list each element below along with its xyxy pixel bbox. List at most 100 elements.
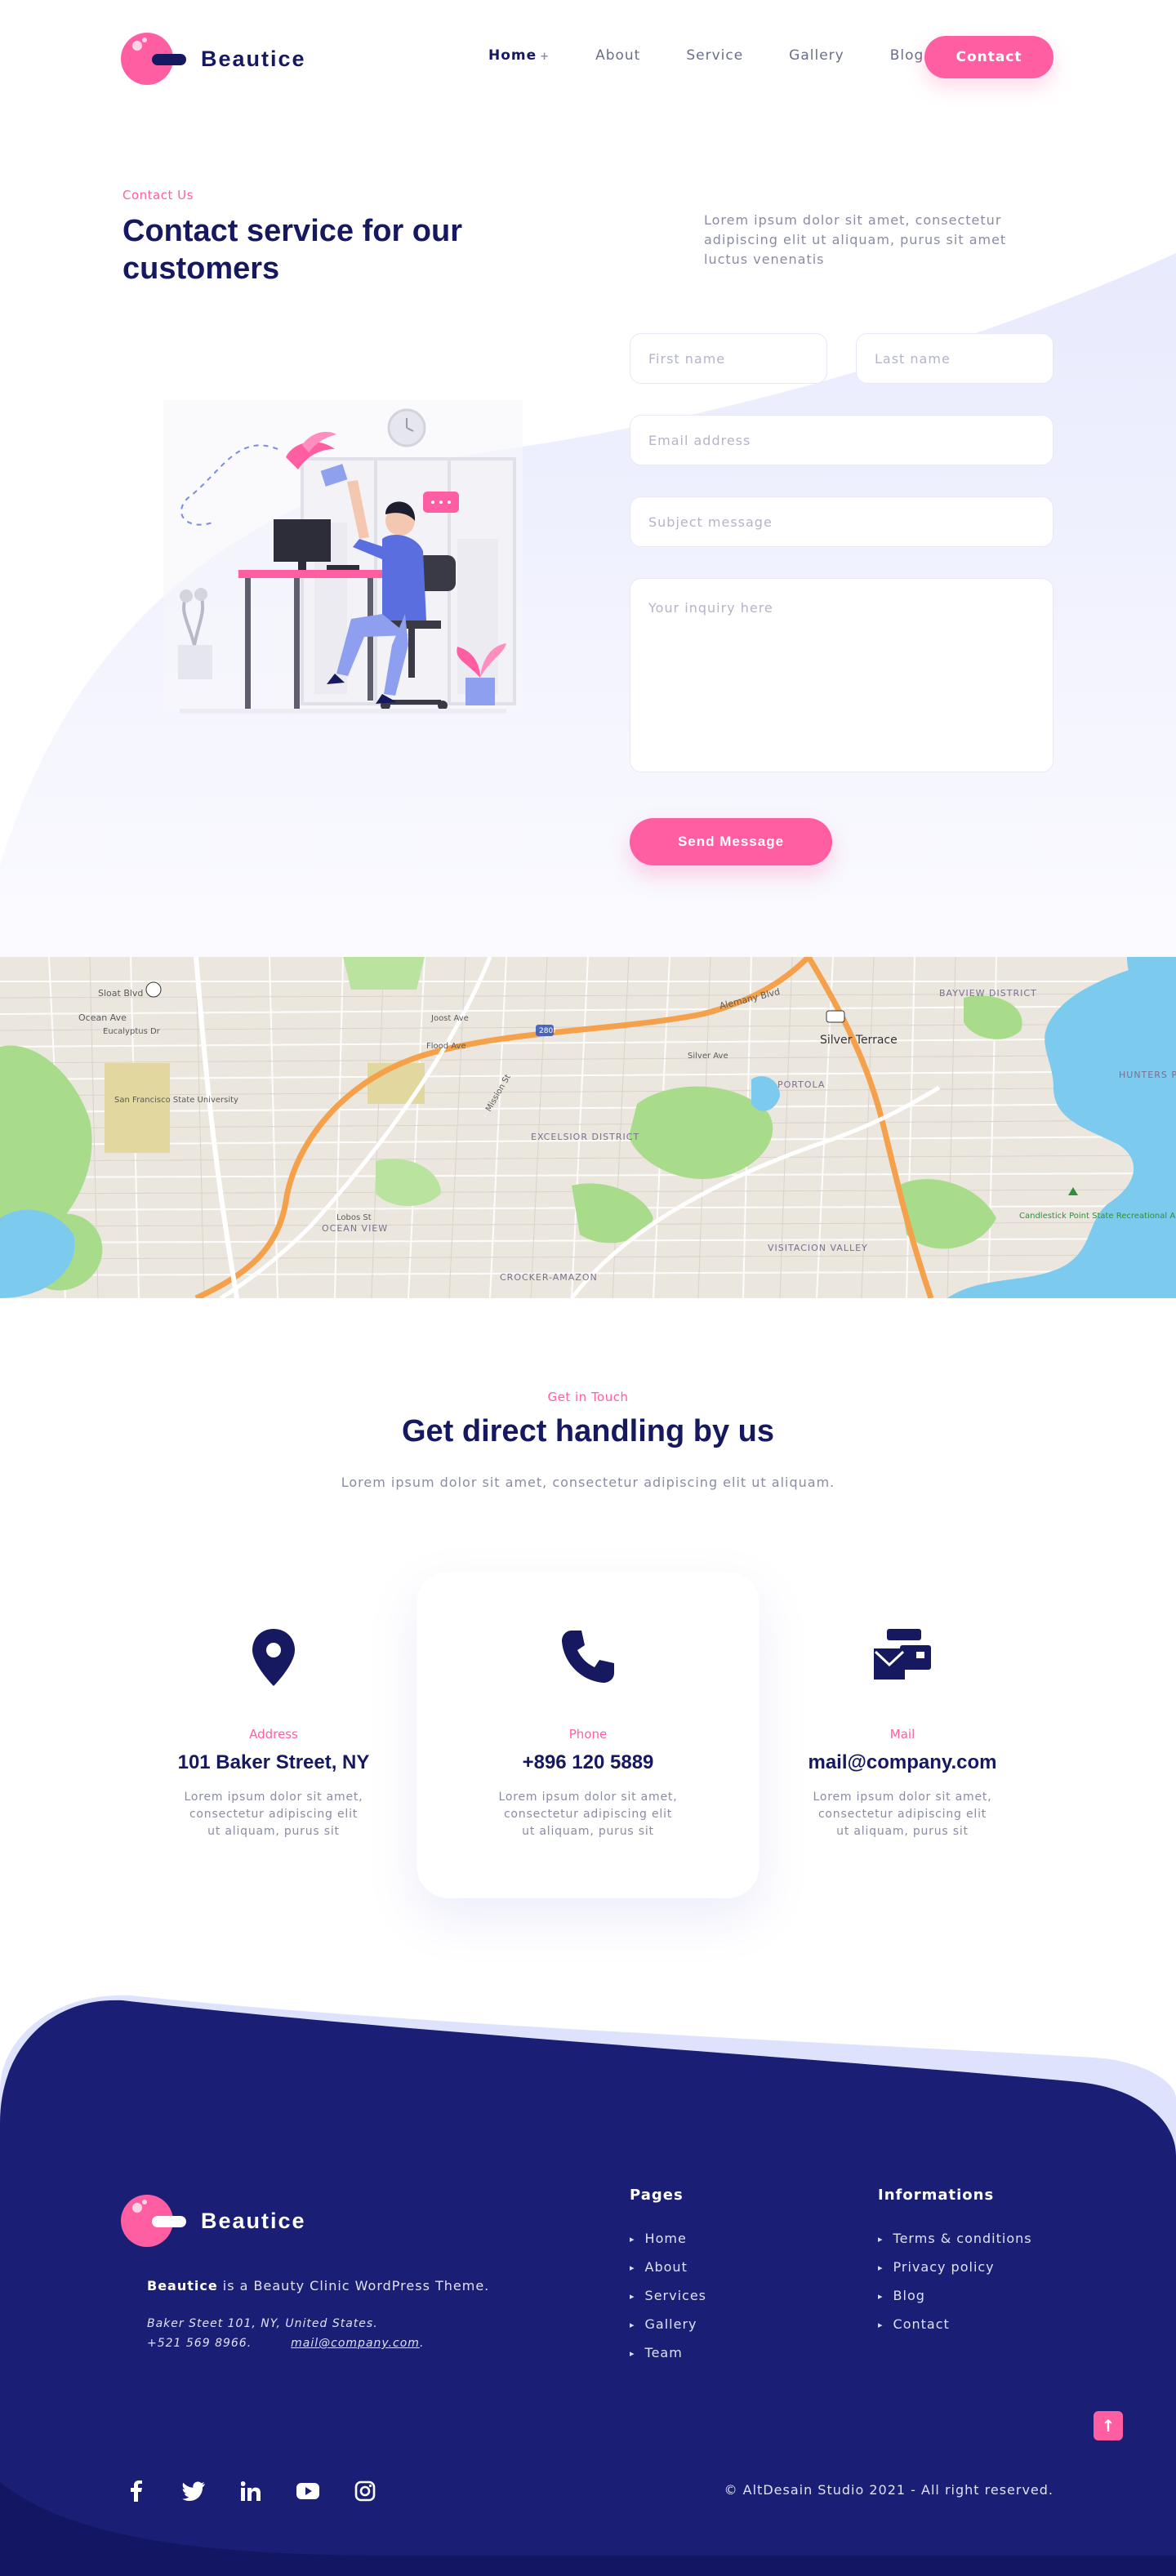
map-label-ocean-ave: Ocean Ave [78,1012,127,1023]
map-label-ocean-view: OCEAN VIEW [322,1223,388,1234]
chevron-right-icon: ▸ [630,2234,635,2245]
linkedin-icon[interactable] [237,2477,265,2505]
site-header: Beautice Home + About Service Gallery Blo… [0,0,1176,114]
copyright-text: © AltDesain Studio 2021 - All right rese… [724,2482,1054,2498]
map-label-flood: Flood Ave [426,1042,466,1051]
map-label-silver-ave: Silver Ave [688,1052,728,1061]
footer-tagline-text: is a Beauty Clinic WordPress Theme. [217,2278,490,2293]
card-description: Lorem ipsum dolor sit amet, consectetur … [813,1791,992,1838]
contact-card-mail: Mail mail@company.com Lorem ipsum dolor … [731,1572,1074,1898]
footer-link-label: Home [644,2231,687,2246]
touch-title: Get direct handling by us [401,1414,775,1448]
footer-phone: +521 569 8966. [147,2337,252,2350]
footer-contact-info: Baker Steet 101, NY, United States. +521… [147,2314,424,2353]
nav-item-about[interactable]: About [595,47,640,64]
chevron-right-icon: ▸ [630,2348,635,2359]
footer-tagline: Beautice is a Beauty Clinic WordPress Th… [147,2278,489,2293]
main-nav: Home + About Service Gallery Blog [488,47,969,64]
inquiry-textarea[interactable] [630,578,1054,772]
map-label-sloat: Sloat Blvd [98,988,143,999]
card-label: Mail [889,1727,915,1742]
footer-link-contact[interactable]: ▸ Contact [878,2316,1032,2345]
plus-icon: + [540,51,550,63]
footer-email-link[interactable]: mail@company.com [291,2334,420,2353]
footer-link-privacy[interactable]: ▸ Privacy policy [878,2259,1032,2288]
footer-info-list: ▸ Terms & conditions ▸ Privacy policy ▸ Blo… [878,2231,1032,2345]
brand-name: Beautice [201,46,306,71]
contact-card-phone: Phone +896 120 5889 Lorem ipsum dolor si… [416,1572,760,1898]
map-label-visitacion: VISITACION VALLEY [768,1243,868,1253]
footer-link-about[interactable]: ▸ About [630,2259,706,2288]
logo-icon [121,33,186,85]
chevron-right-icon: ▸ [878,2291,884,2302]
map-canvas: Sloat Blvd Ocean Ave Eucalyptus Dr Joost… [0,957,1176,1298]
footer-link-label: Gallery [644,2316,697,2332]
subject-input[interactable] [630,496,1054,547]
footer-address: Baker Steet 101, NY, United States. [147,2317,378,2330]
card-label: Address [249,1727,298,1742]
nav-label-home: Home [488,47,537,64]
youtube-icon[interactable] [294,2477,322,2505]
touch-eyebrow: Get in Touch [547,1390,629,1404]
card-value: 101 Baker Street, NY [177,1751,370,1773]
chevron-right-icon: ▸ [878,2320,884,2330]
phone-icon [416,1629,760,1688]
map-label-joost: Joost Ave [430,1014,469,1023]
map-label-hunters-point: HUNTERS POINT [1119,1070,1176,1080]
last-name-input[interactable] [856,333,1054,384]
footer-pages-list: ▸ Home ▸ About ▸ Services ▸ Gallery ▸ Team [630,2231,706,2374]
footer-link-label: Team [644,2345,683,2360]
nav-item-home[interactable]: Home + [488,47,550,64]
card-value: +896 120 5889 [522,1751,654,1773]
footer-link-label: Contact [893,2316,950,2332]
footer-link-home[interactable]: ▸ Home [630,2231,706,2259]
hero-eyebrow: Contact Us [122,188,194,202]
page: Beautice Home + About Service Gallery Blo… [0,0,1176,2576]
map-pin-icon [102,1629,445,1688]
mail-icon [731,1629,1074,1688]
map-label-crocker: CROCKER-AMAZON [500,1272,598,1283]
footer-link-services[interactable]: ▸ Services [630,2288,706,2316]
footer-info-title: Informations [878,2187,995,2204]
map-label-excelsior: EXCELSIOR DISTRICT [531,1132,639,1142]
footer-link-team[interactable]: ▸ Team [630,2345,706,2374]
hero-title: Contact service for our customers [122,214,462,286]
nav-item-blog[interactable]: Blog [890,47,924,64]
map-label-portola: PORTOLA [777,1079,825,1090]
chevron-right-icon: ▸ [630,2262,635,2273]
map-shield-280-text: 280 [539,1027,553,1035]
send-message-button[interactable]: Send Message [630,818,832,865]
footer-link-label: Terms & conditions [893,2231,1032,2246]
footer-email-suffix: . [419,2337,425,2350]
map-label-candlestick: Candlestick Point State Recreational Are… [1019,1212,1176,1221]
facebook-icon[interactable] [122,2477,150,2505]
footer-brand-logo[interactable]: Beautice [121,2195,306,2247]
chevron-right-icon: ▸ [878,2234,884,2245]
map-label-sfsu: San Francisco State University [114,1096,238,1105]
map-label-bayview: BAYVIEW DISTRICT [939,988,1037,999]
scroll-to-top-button[interactable]: ↑ [1094,2411,1123,2440]
contact-button[interactable]: Contact [924,36,1054,78]
chevron-right-icon: ▸ [630,2320,635,2330]
nav-item-gallery[interactable]: Gallery [789,47,844,64]
footer-pages-title: Pages [630,2187,684,2204]
first-name-input[interactable] [630,333,827,384]
footer-link-label: Privacy policy [893,2259,995,2275]
footer-brand-name: Beautice [201,2208,306,2233]
location-map[interactable]: Sloat Blvd Ocean Ave Eucalyptus Dr Joost… [0,957,1176,1298]
footer-link-label: About [644,2259,688,2275]
footer-link-gallery[interactable]: ▸ Gallery [630,2316,706,2345]
footer-link-blog[interactable]: ▸ Blog [878,2288,1032,2316]
logo-icon [121,2195,186,2247]
card-description: Lorem ipsum dolor sit amet, consectetur … [498,1791,678,1838]
brand-logo[interactable]: Beautice [121,33,306,85]
card-description: Lorem ipsum dolor sit amet, consectetur … [184,1791,363,1838]
instagram-icon[interactable] [351,2477,379,2505]
footer-link-terms[interactable]: ▸ Terms & conditions [878,2231,1032,2259]
map-label-lobos: Lobos St [336,1213,372,1222]
map-label-eucalyptus: Eucalyptus Dr [103,1027,161,1036]
twitter-icon[interactable] [180,2477,207,2505]
email-input[interactable] [630,415,1054,465]
card-label: Phone [568,1727,608,1742]
nav-item-service[interactable]: Service [686,47,743,64]
